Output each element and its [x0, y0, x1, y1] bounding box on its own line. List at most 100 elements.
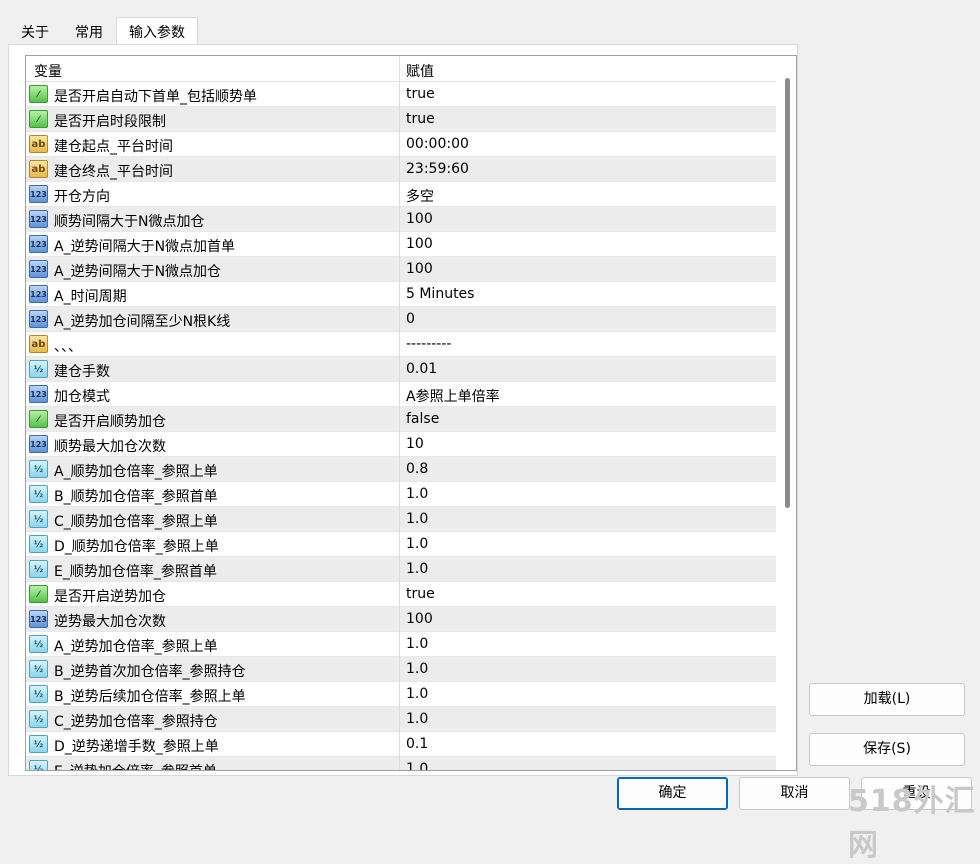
param-value[interactable]: 1.0: [406, 536, 428, 552]
param-value[interactable]: 0.8: [406, 461, 428, 477]
table-row[interactable]: ab 、、、 ---------: [26, 332, 776, 357]
param-value[interactable]: 0.1: [406, 736, 428, 752]
cell-divider: [399, 432, 400, 457]
param-value[interactable]: 10: [406, 436, 424, 452]
param-value[interactable]: ---------: [406, 336, 451, 352]
table-row[interactable]: ab 建仓终点_平台时间 23:59:60: [26, 157, 776, 182]
column-header-variable[interactable]: 变量: [34, 61, 62, 81]
tab-about[interactable]: 关于: [8, 17, 62, 44]
param-name: 建仓起点_平台时间: [54, 139, 173, 155]
table-row[interactable]: ½ D_顺势加仓倍率_参照上单 1.0: [26, 532, 776, 557]
param-value[interactable]: 1.0: [406, 711, 428, 727]
table-row[interactable]: 123 顺势间隔大于N微点加仓 100: [26, 207, 776, 232]
table-row[interactable]: 123 A_逆势间隔大于N微点加首单 100: [26, 232, 776, 257]
table-row[interactable]: ½ C_逆势加仓倍率_参照持仓 1.0: [26, 707, 776, 732]
inputs-panel: 变量 赋值 ⁄ 是否开启自动下首单_包括顺势单 true ⁄ 是否开启时段限制 true a…: [8, 44, 798, 776]
param-value[interactable]: true: [406, 586, 435, 602]
param-value[interactable]: A参照上单倍率: [406, 386, 500, 406]
cell-divider: [399, 757, 400, 770]
cell-divider: [399, 307, 400, 332]
ok-button[interactable]: 确定: [617, 777, 728, 810]
param-value[interactable]: 1.0: [406, 486, 428, 502]
cell-divider: [399, 682, 400, 707]
table-row[interactable]: 123 开仓方向 多空: [26, 182, 776, 207]
param-value[interactable]: 1.0: [406, 511, 428, 527]
table-row[interactable]: ⁄ 是否开启自动下首单_包括顺势单 true: [26, 82, 776, 107]
param-name: A_顺势加仓倍率_参照上单: [54, 464, 218, 480]
cell-divider: [399, 507, 400, 532]
table-row[interactable]: 123 顺势最大加仓次数 10: [26, 432, 776, 457]
cell-divider: [399, 207, 400, 232]
param-value[interactable]: 1.0: [406, 561, 428, 577]
param-value[interactable]: 1.0: [406, 636, 428, 652]
table-row[interactable]: 123 A_逆势加仓间隔至少N根K线 0: [26, 307, 776, 332]
cell-divider: [399, 132, 400, 157]
integer-param-icon: 123: [29, 610, 48, 628]
param-name: A_逆势加仓间隔至少N根K线: [54, 314, 231, 330]
table-row[interactable]: ½ B_顺势加仓倍率_参照首单 1.0: [26, 482, 776, 507]
param-name: 建仓手数: [54, 364, 110, 380]
cell-divider: [399, 457, 400, 482]
table-row[interactable]: ½ E_逆势加仓倍率_参照首单 1.0: [26, 757, 776, 770]
cell-divider: [399, 707, 400, 732]
column-header-value[interactable]: 赋值: [406, 61, 434, 81]
param-value[interactable]: 100: [406, 211, 433, 227]
table-row[interactable]: ½ E_顺势加仓倍率_参照首单 1.0: [26, 557, 776, 582]
param-value[interactable]: 0.01: [406, 361, 437, 377]
tab-common[interactable]: 常用: [62, 17, 116, 44]
cell-divider: [399, 607, 400, 632]
param-name: A_逆势间隔大于N微点加仓: [54, 264, 222, 280]
param-value[interactable]: 100: [406, 236, 433, 252]
table-row[interactable]: ⁄ 是否开启顺势加仓 false: [26, 407, 776, 432]
tab-inputs[interactable]: 输入参数: [116, 17, 198, 44]
param-value[interactable]: 1.0: [406, 686, 428, 702]
table-row[interactable]: 123 A_时间周期 5 Minutes: [26, 282, 776, 307]
double-param-icon: ½: [29, 685, 48, 703]
table-row[interactable]: ½ B_逆势首次加仓倍率_参照持仓 1.0: [26, 657, 776, 682]
param-name: 、、、: [54, 339, 82, 355]
param-value[interactable]: 1.0: [406, 761, 428, 770]
table-row[interactable]: ½ B_逆势后续加仓倍率_参照上单 1.0: [26, 682, 776, 707]
cell-divider: [399, 157, 400, 182]
table-row[interactable]: 123 加仓模式 A参照上单倍率: [26, 382, 776, 407]
cell-divider: [399, 582, 400, 607]
cell-divider: [399, 82, 400, 107]
cell-divider: [399, 357, 400, 382]
table-row[interactable]: ab 建仓起点_平台时间 00:00:00: [26, 132, 776, 157]
table-row[interactable]: ½ A_顺势加仓倍率_参照上单 0.8: [26, 457, 776, 482]
cell-divider: [399, 632, 400, 657]
param-value[interactable]: true: [406, 111, 435, 127]
scrollbar-thumb[interactable]: [785, 78, 790, 508]
cell-divider: [399, 332, 400, 357]
table-row[interactable]: ½ D_逆势递增手数_参照上单 0.1: [26, 732, 776, 757]
param-value[interactable]: 23:59:60: [406, 161, 469, 177]
double-param-icon: ½: [29, 535, 48, 553]
save-button[interactable]: 保存(S): [809, 733, 965, 766]
load-button[interactable]: 加载(L): [809, 683, 965, 716]
param-value[interactable]: 100: [406, 611, 433, 627]
cell-divider: [399, 382, 400, 407]
param-value[interactable]: 5 Minutes: [406, 286, 474, 302]
table-row[interactable]: ½ 建仓手数 0.01: [26, 357, 776, 382]
string-param-icon: ab: [29, 160, 48, 178]
double-param-icon: ½: [29, 485, 48, 503]
table-row[interactable]: ⁄ 是否开启逆势加仓 true: [26, 582, 776, 607]
table-row[interactable]: ⁄ 是否开启时段限制 true: [26, 107, 776, 132]
param-value[interactable]: false: [406, 411, 439, 427]
vertical-scrollbar[interactable]: [778, 56, 796, 770]
table-row[interactable]: ½ A_逆势加仓倍率_参照上单 1.0: [26, 632, 776, 657]
param-name: 是否开启自动下首单_包括顺势单: [54, 89, 257, 105]
column-divider[interactable]: [399, 56, 400, 82]
param-value[interactable]: 0: [406, 311, 415, 327]
param-value[interactable]: 多空: [406, 186, 434, 206]
param-value[interactable]: 100: [406, 261, 433, 277]
param-value[interactable]: 00:00:00: [406, 136, 469, 152]
param-name: A_时间周期: [54, 289, 127, 305]
cancel-button[interactable]: 取消: [739, 777, 850, 810]
param-value[interactable]: 1.0: [406, 661, 428, 677]
param-value[interactable]: true: [406, 86, 435, 102]
table-row[interactable]: 123 A_逆势间隔大于N微点加仓 100: [26, 257, 776, 282]
table-row[interactable]: ½ C_顺势加仓倍率_参照上单 1.0: [26, 507, 776, 532]
table-row[interactable]: 123 逆势最大加仓次数 100: [26, 607, 776, 632]
param-name: A_逆势间隔大于N微点加首单: [54, 239, 236, 255]
